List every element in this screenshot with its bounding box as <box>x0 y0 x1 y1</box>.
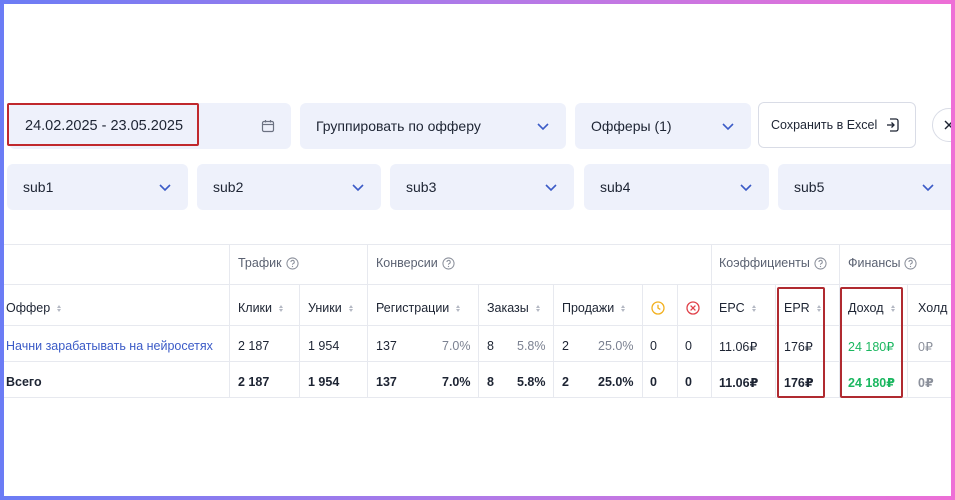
stats-table: Трафик Конверсии Коэффициенты Финансы Оф… <box>4 244 951 404</box>
calendar-icon <box>261 120 275 133</box>
chevron-down-icon <box>740 184 752 192</box>
group-conversions-label: Конверсии <box>376 256 438 270</box>
save-excel-label: Сохранить в Excel <box>771 118 878 132</box>
chevron-down-icon <box>545 184 557 192</box>
total-epc: 11.06₽ <box>719 376 759 390</box>
date-range-highlight <box>7 103 199 146</box>
help-icon[interactable] <box>814 256 827 270</box>
col-registrations-label: Регистрации <box>376 301 450 315</box>
help-icon[interactable] <box>285 256 299 270</box>
group-coefficients-label: Коэффициенты <box>719 256 810 270</box>
export-icon <box>887 118 899 132</box>
sub4-select[interactable]: sub4 <box>584 164 769 210</box>
cell-registrations: 137 <box>376 339 397 353</box>
total-sales: 2 <box>562 375 569 389</box>
sub5-label: sub5 <box>794 179 825 195</box>
cell-sales-pct: 25.0% <box>598 339 634 353</box>
col-hold-label: Холд <box>918 301 948 315</box>
cell-registrations-pct: 7.0% <box>442 339 471 353</box>
col-hold[interactable]: Холд <box>918 301 947 315</box>
cell-rejected: 0 <box>685 339 692 353</box>
col-clicks[interactable]: Клики <box>238 301 284 315</box>
report-panel: 24.02.2025 - 23.05.2025 Группировать по … <box>4 4 951 496</box>
offers-select[interactable]: Офферы (1) <box>575 103 751 149</box>
col-epc-label: EPC <box>719 301 745 315</box>
sub4-label: sub4 <box>600 179 631 195</box>
total-sales-pct: 25.0% <box>598 375 634 389</box>
cell-uniques: 1 954 <box>308 339 340 353</box>
sort-icon <box>348 304 353 312</box>
sub5-select[interactable]: sub5 <box>778 164 951 210</box>
sub1-select[interactable]: sub1 <box>7 164 188 210</box>
group-conversions: Конверсии <box>376 256 455 270</box>
total-rejected: 0 <box>685 375 692 389</box>
close-icon <box>944 120 951 130</box>
chevron-down-icon <box>922 184 934 192</box>
total-registrations-pct: 7.0% <box>442 375 471 389</box>
total-orders: 8 <box>487 375 494 389</box>
total-uniques: 1 954 <box>308 375 340 389</box>
cell-sales: 2 <box>562 339 569 353</box>
clock-icon <box>651 301 665 315</box>
group-coefficients: Коэффициенты <box>719 256 827 270</box>
cell-orders: 8 <box>487 339 494 353</box>
chevron-down-icon <box>352 184 364 192</box>
col-epc[interactable]: EPC <box>719 301 756 315</box>
total-pending: 0 <box>650 375 657 389</box>
sort-icon <box>456 304 461 312</box>
sort-icon <box>279 304 284 312</box>
chevron-down-icon <box>159 184 171 192</box>
sub2-select[interactable]: sub2 <box>197 164 381 210</box>
offer-link[interactable]: Начни зарабатывать на нейросетях <box>6 339 213 353</box>
sub2-label: sub2 <box>213 179 244 195</box>
total-hold: 0₽ <box>918 376 934 390</box>
cell-epc: 11.06₽ <box>719 340 758 354</box>
total-clicks: 2 187 <box>238 375 270 389</box>
chevron-down-icon <box>722 123 734 131</box>
total-label: Всего <box>6 375 42 389</box>
offers-value: Офферы (1) <box>591 118 672 134</box>
total-orders-pct: 5.8% <box>517 375 546 389</box>
help-icon[interactable] <box>904 256 918 270</box>
col-rejected[interactable] <box>686 301 700 315</box>
sort-icon <box>535 304 540 312</box>
col-orders-label: Заказы <box>487 301 529 315</box>
save-excel-button[interactable]: Сохранить в Excel <box>758 102 916 148</box>
sort-icon <box>57 304 62 312</box>
income-highlight <box>840 287 903 398</box>
group-traffic: Трафик <box>238 256 299 270</box>
chevron-down-icon <box>537 123 549 131</box>
cell-hold: 0₽ <box>918 340 933 354</box>
col-clicks-label: Клики <box>238 301 273 315</box>
help-icon[interactable] <box>442 256 455 270</box>
group-finance: Финансы <box>848 256 918 270</box>
group-finance-label: Финансы <box>848 256 901 270</box>
col-orders[interactable]: Заказы <box>487 301 540 315</box>
col-uniques[interactable]: Уники <box>308 301 353 315</box>
close-button[interactable] <box>932 108 951 142</box>
cell-clicks: 2 187 <box>238 339 270 353</box>
group-traffic-label: Трафик <box>238 256 282 270</box>
col-sales[interactable]: Продажи <box>562 301 626 315</box>
sub3-label: sub3 <box>406 179 437 195</box>
epr-highlight <box>777 287 825 398</box>
sort-icon <box>621 304 626 312</box>
sub3-select[interactable]: sub3 <box>390 164 574 210</box>
sub1-label: sub1 <box>23 179 54 195</box>
group-by-value: Группировать по офферу <box>316 118 481 134</box>
col-offer[interactable]: Оффер <box>6 301 62 315</box>
col-pending[interactable] <box>651 301 665 315</box>
col-uniques-label: Уники <box>308 301 342 315</box>
cell-pending: 0 <box>650 339 657 353</box>
sort-icon <box>751 304 756 312</box>
col-sales-label: Продажи <box>562 301 615 315</box>
rejected-icon <box>686 301 700 315</box>
col-offer-label: Оффер <box>6 301 51 315</box>
col-registrations[interactable]: Регистрации <box>376 301 461 315</box>
cell-orders-pct: 5.8% <box>517 339 546 353</box>
group-by-select[interactable]: Группировать по офферу <box>300 103 566 149</box>
total-registrations: 137 <box>376 375 397 389</box>
